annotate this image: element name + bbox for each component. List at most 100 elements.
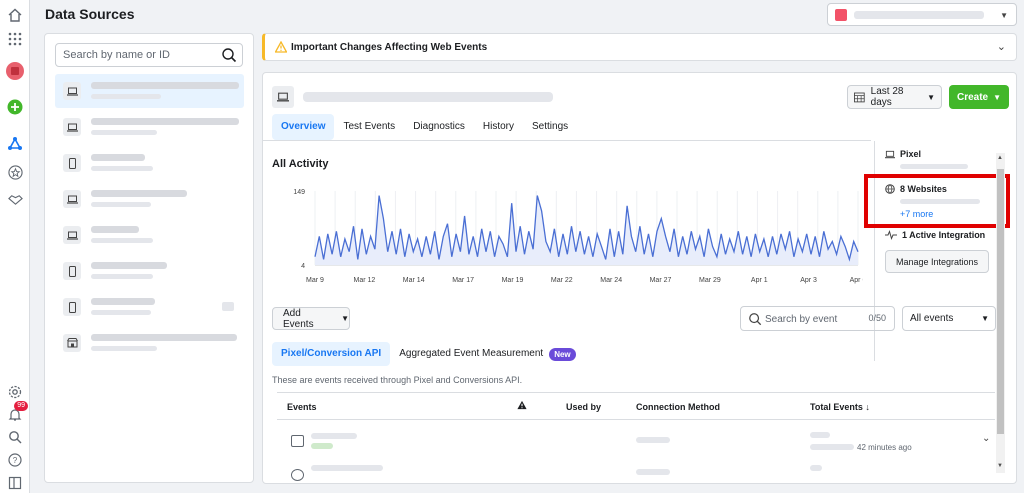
- scrollbar[interactable]: ▲ ▼: [996, 153, 1005, 473]
- x-tick-label: Mar 22: [551, 277, 573, 284]
- scrollbar-thumb[interactable]: [997, 169, 1004, 434]
- tab-history[interactable]: History: [474, 114, 523, 140]
- data-source-search: [55, 43, 243, 67]
- sidebar-toggle-icon[interactable]: [4, 472, 26, 493]
- events-table-header: Events Used by Connection Method Total E…: [277, 392, 995, 420]
- column-connection-method[interactable]: Connection Method: [636, 402, 720, 412]
- star-badge-icon[interactable]: [4, 161, 26, 183]
- highlight-box: [864, 174, 1010, 228]
- event-count: 0/50: [868, 313, 886, 323]
- list-item[interactable]: [55, 74, 244, 108]
- important-changes-banner[interactable]: Important Changes Affecting Web Events ⌄: [262, 33, 1017, 61]
- browser-window-icon: [291, 435, 304, 447]
- event-filter-select[interactable]: All events ▼: [902, 306, 996, 331]
- activity-line-chart: 149 4Mar 9 Mar 12 Mar 14 Mar 17 Mar 19 Mar 22 M…: [293, 189, 866, 284]
- table-row[interactable]: [277, 459, 995, 483]
- search-icon[interactable]: [4, 426, 26, 448]
- table-row[interactable]: 42 minutes ago ⌄: [277, 423, 995, 459]
- add-icon[interactable]: [4, 96, 26, 118]
- list-item[interactable]: [55, 110, 244, 144]
- svg-text:?: ?: [13, 456, 18, 465]
- event-search: 0/50: [740, 306, 895, 331]
- date-range-button[interactable]: Last 28 days ▼: [847, 85, 942, 109]
- scroll-down-arrow-icon[interactable]: ▼: [997, 463, 1003, 469]
- calendar-icon: [854, 92, 865, 103]
- chevron-down-icon[interactable]: ⌄: [982, 433, 990, 444]
- column-used-by[interactable]: Used by: [566, 402, 601, 412]
- manage-integrations-button[interactable]: Manage Integrations: [885, 250, 989, 273]
- tab-pixel-conversion-api[interactable]: Pixel/Conversion API: [272, 342, 391, 366]
- store-icon: [63, 334, 81, 352]
- laptop-icon: [63, 82, 81, 100]
- search-icon: [749, 313, 762, 326]
- laptop-icon: [63, 118, 81, 136]
- icon-rail: 99 ?: [0, 0, 30, 493]
- x-tick-label: Mar 27: [650, 277, 672, 284]
- laptop-icon: [885, 150, 895, 158]
- events-description: These are events received through Pixel …: [272, 375, 523, 385]
- date-range-label: Last 28 days: [870, 86, 904, 108]
- apps-grid-icon[interactable]: [4, 28, 26, 50]
- list-item[interactable]: [55, 146, 244, 180]
- account-avatar-small: [835, 9, 847, 21]
- laptop-icon: [63, 226, 81, 244]
- x-tick-label: Apr 6: [850, 277, 863, 284]
- divider: [263, 140, 871, 141]
- event-sub-tabs: Pixel/Conversion API Aggregated Event Me…: [272, 342, 585, 366]
- all-activity-title: All Activity: [272, 158, 329, 170]
- chevron-down-icon: ▼: [341, 314, 349, 323]
- list-item[interactable]: [55, 218, 244, 252]
- warning-column-icon: [517, 400, 527, 412]
- account-avatar[interactable]: [4, 60, 26, 82]
- scroll-up-arrow-icon[interactable]: ▲: [997, 155, 1003, 161]
- x-tick-label: Apr 3: [800, 277, 817, 284]
- data-source-list-panel: [44, 33, 254, 483]
- list-item[interactable]: [55, 254, 244, 288]
- tab-test-events[interactable]: Test Events: [334, 114, 404, 140]
- data-source-name-redacted: [303, 92, 553, 102]
- x-tick-label: Mar 24: [600, 277, 622, 284]
- tab-aggregated-event-measurement[interactable]: Aggregated Event Measurement New: [390, 342, 584, 366]
- handshake-icon[interactable]: [4, 188, 26, 210]
- create-button-label: Create: [956, 91, 989, 103]
- tab-overview[interactable]: Overview: [272, 114, 335, 140]
- home-icon[interactable]: [4, 4, 26, 26]
- chevron-down-icon: ▼: [927, 92, 935, 102]
- active-integration-label: 1 Active Integration: [902, 230, 986, 240]
- x-tick-label: Mar 9: [306, 277, 324, 284]
- activity-area: [315, 195, 858, 265]
- data-sources-icon[interactable]: [4, 133, 26, 155]
- pixel-label: Pixel: [900, 149, 922, 159]
- x-tick-label: Mar 29: [699, 277, 721, 284]
- account-name-redacted: [854, 11, 984, 19]
- add-events-button[interactable]: Add Events ▼: [272, 307, 350, 330]
- list-item[interactable]: [55, 326, 244, 360]
- mobile-phone-icon: [63, 298, 81, 316]
- x-tick-label: Mar 17: [452, 277, 474, 284]
- data-source-search-input[interactable]: [56, 44, 216, 66]
- detail-tabs: Overview Test Events Diagnostics History…: [272, 114, 577, 140]
- search-icon[interactable]: [221, 47, 237, 63]
- notifications-count-badge: 99: [14, 401, 28, 411]
- settings-gear-icon[interactable]: [4, 381, 26, 403]
- mobile-phone-icon: [63, 154, 81, 172]
- list-item[interactable]: [55, 290, 244, 324]
- data-source-detail-panel: Last 28 days ▼ Create ▼ Overview Test Ev…: [262, 72, 1017, 484]
- event-search-input[interactable]: [765, 311, 855, 327]
- tab-diagnostics[interactable]: Diagnostics: [404, 114, 474, 140]
- chevron-down-icon[interactable]: ⌄: [997, 40, 1006, 53]
- notifications-bell-icon[interactable]: 99: [4, 401, 28, 426]
- activity-chart: 149 4 Mar 9 Mar 12 Mar 14 Mar 17 Mar 19 Mar 22 M…: [263, 181, 866, 294]
- tab-settings[interactable]: Settings: [523, 114, 577, 140]
- list-item[interactable]: [55, 182, 244, 216]
- column-total-events[interactable]: Total Events ↓: [810, 402, 870, 412]
- create-button[interactable]: Create ▼: [949, 85, 1009, 109]
- integration-row: 1 Active Integration: [885, 230, 985, 240]
- account-selector[interactable]: ▼: [827, 3, 1017, 26]
- column-events[interactable]: Events: [287, 402, 317, 412]
- new-badge: New: [549, 347, 576, 361]
- x-tick-label: Mar 14: [403, 277, 425, 284]
- help-icon[interactable]: ?: [4, 449, 26, 471]
- x-tick-label: Mar 12: [354, 277, 376, 284]
- add-events-label: Add Events: [283, 307, 314, 330]
